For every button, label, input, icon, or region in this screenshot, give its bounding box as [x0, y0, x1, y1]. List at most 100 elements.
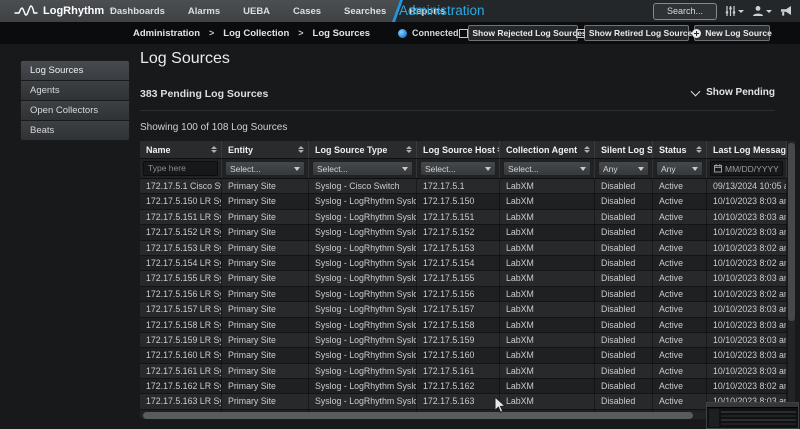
table-row[interactable]: 172.17.5.157 LR Sysl...Primary SiteSyslo…: [140, 302, 787, 317]
filter-cell-collection-agent: Select...: [500, 159, 595, 178]
table-row[interactable]: 172.17.5.155 LR Sysl...Primary SiteSyslo…: [140, 271, 787, 286]
cell-silent-log-s: Disabled: [595, 302, 653, 317]
logrhythm-logo[interactable]: LogRhythm ™: [14, 0, 114, 22]
table-row[interactable]: 172.17.5.151 LR Sysl...Primary SiteSyslo…: [140, 210, 787, 225]
sidebar-item-log-sources[interactable]: Log Sources: [21, 61, 129, 81]
nav-item-ueba[interactable]: UEBA: [243, 6, 270, 17]
search-button[interactable]: Search...: [653, 3, 717, 20]
table-row[interactable]: 172.17.5.160 LR Sysl...Primary SiteSyslo…: [140, 348, 787, 363]
column-header-collection-agent[interactable]: Collection Agent: [500, 141, 595, 158]
horizontal-scrollbar-thumb[interactable]: [143, 412, 693, 419]
breadcrumb-item-administration[interactable]: Administration: [133, 28, 200, 39]
sidebar-item-beats[interactable]: Beats: [21, 121, 129, 140]
table-row[interactable]: 172.17.5.152 LR Sysl...Primary SiteSyslo…: [140, 225, 787, 240]
show-rejected-log-sources-button[interactable]: Show Rejected Log Sources: [468, 25, 578, 41]
cell-entity: Primary Site: [222, 333, 309, 348]
cell-log-source-type: Syslog - LogRhythm Syslog Ge...: [309, 271, 417, 286]
filter-input-name[interactable]: Type here: [143, 161, 218, 176]
user-menu-button[interactable]: [752, 5, 772, 17]
cell-silent-log-s: Disabled: [595, 256, 653, 271]
filter-cell-silent-log-s: Any: [595, 159, 653, 178]
column-header-last-log-message[interactable]: Last Log Message: [707, 141, 787, 158]
column-label: Status: [659, 145, 687, 155]
column-header-entity[interactable]: Entity: [222, 141, 309, 158]
table-row[interactable]: 172.17.5.153 LR Sysl...Primary SiteSyslo…: [140, 241, 787, 256]
sort-icon[interactable]: [211, 146, 217, 153]
vertical-scrollbar-thumb[interactable]: [788, 143, 795, 321]
column-header-name[interactable]: Name: [140, 141, 222, 158]
sidebar-item-open-collectors[interactable]: Open Collectors: [21, 101, 129, 121]
page-title: Log Sources: [140, 50, 230, 68]
table-row[interactable]: 172.17.5.1 Cisco Swit...Primary SiteSysl…: [140, 179, 787, 194]
sort-icon[interactable]: [298, 146, 304, 153]
mouse-cursor: [494, 396, 506, 414]
cell-name: 172.17.5.162 LR Sysl...: [140, 379, 222, 394]
column-header-log-source-host[interactable]: Log Source Host: [417, 141, 500, 158]
table-row[interactable]: 172.17.5.158 LR Sysl...Primary SiteSyslo…: [140, 318, 787, 333]
cell-log-source-type: Syslog - LogRhythm Syslog Ge...: [309, 241, 417, 256]
sort-icon[interactable]: [584, 146, 590, 153]
cell-entity: Primary Site: [222, 379, 309, 394]
cell-collection-agent: LabXM: [500, 256, 595, 271]
nav-item-cases[interactable]: Cases: [293, 6, 321, 17]
cell-status: Active: [653, 379, 707, 394]
nav-item-alarms[interactable]: Alarms: [188, 6, 220, 17]
filters-menu-button[interactable]: [725, 5, 744, 17]
cell-last-log-message: 10/10/2023 8:03 am: [707, 348, 787, 363]
sort-up-arrow: [584, 146, 590, 149]
column-header-log-source-type[interactable]: Log Source Type: [309, 141, 417, 158]
new-log-source-button[interactable]: New Log Source: [694, 25, 770, 41]
checkbox-icon: [576, 29, 585, 38]
filter-select-silent-log-s[interactable]: Any: [598, 161, 649, 176]
cell-status: Active: [653, 333, 707, 348]
table-row[interactable]: 172.17.5.161 LR Sysl...Primary SiteSyslo…: [140, 364, 787, 379]
chevron-down-icon: [766, 10, 772, 13]
cell-status: Active: [653, 394, 707, 409]
table-row[interactable]: 172.17.5.159 LR Sysl...Primary SiteSyslo…: [140, 333, 787, 348]
table-row[interactable]: 172.17.5.162 LR Sysl...Primary SiteSyslo…: [140, 379, 787, 394]
table-row[interactable]: 172.17.5.154 LR Sysl...Primary SiteSyslo…: [140, 256, 787, 271]
filter-select-entity[interactable]: Select...: [225, 161, 305, 176]
column-label: Log Source Host: [423, 145, 495, 155]
column-header-silent-log-s[interactable]: Silent Log S...: [595, 141, 653, 158]
table-row[interactable]: 172.17.5.163 LR Sysl...Primary SiteSyslo…: [140, 394, 787, 409]
show-rejected-label: Show Rejected Log Sources: [472, 28, 586, 38]
date-filter-last-log-message[interactable]: MM/DD/YYYY: [710, 161, 783, 176]
filter-select-collection-agent[interactable]: Select...: [503, 161, 591, 176]
cell-silent-log-s: Disabled: [595, 225, 653, 240]
cell-log-source-host: 172.17.5.162: [417, 379, 500, 394]
filter-select-status[interactable]: Any: [656, 161, 703, 176]
filter-select-log-source-host[interactable]: Select...: [420, 161, 496, 176]
nav-item-searches[interactable]: Searches: [344, 6, 386, 17]
cell-status: Active: [653, 241, 707, 256]
sidebar-item-agents[interactable]: Agents: [21, 81, 129, 101]
cell-name: 172.17.5.157 LR Sysl...: [140, 302, 222, 317]
cell-status: Active: [653, 256, 707, 271]
sort-up-arrow: [211, 146, 217, 149]
connected-label: Connected: [412, 28, 459, 38]
show-retired-log-sources-button[interactable]: Show Retired Log Sources: [584, 25, 689, 41]
cell-collection-agent: LabXM: [500, 333, 595, 348]
filter-select-value: Select...: [425, 164, 456, 174]
cell-collection-agent: LabXM: [500, 271, 595, 286]
table-row[interactable]: 172.17.5.150 LR Sysl...Primary SiteSyslo…: [140, 194, 787, 209]
nav-item-administration[interactable]: Administration: [399, 0, 485, 22]
announcements-button[interactable]: [780, 5, 793, 17]
cell-log-source-type: Syslog - LogRhythm Syslog Ge...: [309, 225, 417, 240]
sort-icon[interactable]: [406, 146, 412, 153]
breadcrumb-item-log-sources[interactable]: Log Sources: [313, 28, 371, 39]
sort-icon[interactable]: [696, 146, 702, 153]
logrhythm-waveform-icon: [14, 5, 38, 17]
filter-select-value: Select...: [230, 164, 261, 174]
column-header-status[interactable]: Status: [653, 141, 707, 158]
cell-silent-log-s: Disabled: [595, 333, 653, 348]
show-retired-label: Show Retired Log Sources: [589, 28, 697, 38]
show-pending-toggle[interactable]: Show Pending: [692, 87, 775, 98]
cell-log-source-type: Syslog - LogRhythm Syslog Ge...: [309, 318, 417, 333]
filter-cell-log-source-type: Select...: [309, 159, 417, 178]
screen-preview-overlay[interactable]: [706, 402, 799, 429]
table-row[interactable]: 172.17.5.156 LR Sysl...Primary SiteSyslo…: [140, 287, 787, 302]
breadcrumb-item-log-collection[interactable]: Log Collection: [223, 28, 289, 39]
filter-select-log-source-type[interactable]: Select...: [312, 161, 413, 176]
nav-item-dashboards[interactable]: Dashboards: [110, 6, 165, 17]
